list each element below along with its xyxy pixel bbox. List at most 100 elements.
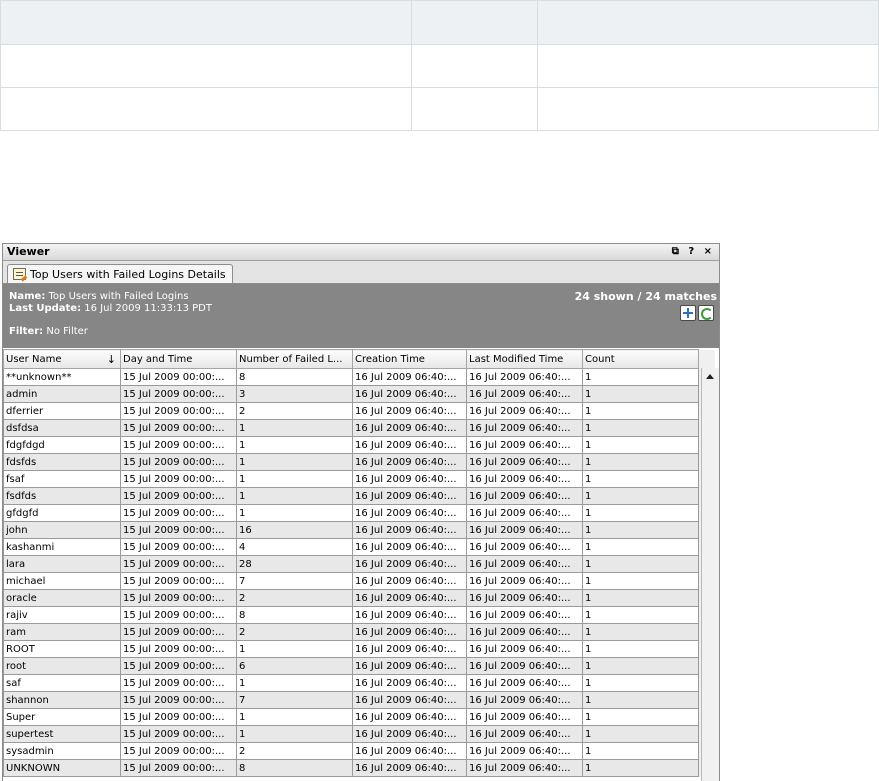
refresh-icon[interactable] (698, 305, 714, 321)
table-cell: fdsfds (3, 453, 121, 471)
table-cell: 2 (236, 589, 353, 607)
name-value: Top Users with Failed Logins (48, 291, 189, 302)
column-header[interactable]: Number of Failed L... (236, 349, 353, 369)
table-cell: 16 Jul 2009 06:40:... (352, 402, 467, 420)
table-row[interactable]: UNKNOWN 15 Jul 2009 00:00:... 8 16 Jul 2009… (3, 759, 716, 777)
table-row[interactable]: gfdgfd 15 Jul 2009 00:00:... 1 16 Jul 2009 … (3, 504, 716, 522)
table-row[interactable]: shannon 15 Jul 2009 00:00:... 7 16 Jul 2009… (3, 691, 716, 709)
table-cell: 16 Jul 2009 06:40:... (352, 385, 467, 403)
table-cell: 16 Jul 2009 06:40:... (352, 708, 467, 726)
table-cell: 1 (582, 538, 699, 556)
table-cell: 16 (236, 521, 353, 539)
table-row[interactable]: fdsfds 15 Jul 2009 00:00:... 1 16 Jul 2009 … (3, 453, 716, 471)
update-label: Last Update: (9, 303, 82, 314)
column-header-label: Count (585, 353, 615, 365)
table-row[interactable]: dferrier 15 Jul 2009 00:00:... 2 16 Jul 200… (3, 402, 716, 420)
table-cell: 1 (582, 487, 699, 505)
table-cell: 1 (582, 640, 699, 658)
table-cell: 1 (582, 691, 699, 709)
column-header[interactable]: Creation Time (352, 349, 467, 369)
table-cell: 1 (236, 674, 353, 692)
viewer-panel: Viewer ⧉ ? × Top Users with Failed Login… (2, 243, 720, 781)
column-header-label: Last Modified Time (469, 353, 564, 365)
table-cell: 15 Jul 2009 00:00:... (120, 623, 237, 641)
table-cell: ROOT (3, 640, 121, 658)
table-row[interactable]: rajiv 15 Jul 2009 00:00:... 8 16 Jul 2009 0… (3, 606, 716, 624)
table-cell: 16 Jul 2009 06:40:... (466, 487, 583, 505)
table-row[interactable]: root 15 Jul 2009 00:00:... 6 16 Jul 2009 06… (3, 657, 716, 675)
column-header[interactable]: Day and Time (120, 349, 237, 369)
table-cell: 1 (236, 419, 353, 437)
top-table-cell (0, 0, 412, 45)
table-row[interactable]: fdgfdgd 15 Jul 2009 00:00:... 1 16 Jul 2009… (3, 436, 716, 454)
table-cell: 16 Jul 2009 06:40:... (466, 606, 583, 624)
vertical-scrollbar[interactable] (701, 368, 719, 781)
scrollbar-header-cell (698, 349, 716, 369)
top-table-cell (537, 44, 879, 88)
window-controls[interactable]: ⧉ ? × (672, 244, 715, 260)
table-cell: 1 (236, 640, 353, 658)
table-cell: oracle (3, 589, 121, 607)
table-cell: fsaf (3, 470, 121, 488)
table-cell: dsfdsa (3, 419, 121, 437)
scroll-up-arrow-icon[interactable] (706, 374, 714, 379)
table-cell: 16 Jul 2009 06:40:... (352, 368, 467, 386)
table-cell: ram (3, 623, 121, 641)
table-cell: fdgfdgd (3, 436, 121, 454)
table-cell: rajiv (3, 606, 121, 624)
column-header-label: User Name (6, 353, 62, 365)
table-cell: 15 Jul 2009 00:00:... (120, 708, 237, 726)
table-row[interactable]: ROOT 15 Jul 2009 00:00:... 1 16 Jul 2009 06… (3, 640, 716, 658)
table-row[interactable]: ram 15 Jul 2009 00:00:... 2 16 Jul 2009 06:… (3, 623, 716, 641)
table-cell: 15 Jul 2009 00:00:... (120, 402, 237, 420)
table-row[interactable]: michael 15 Jul 2009 00:00:... 7 16 Jul 2009… (3, 572, 716, 590)
table-cell: 1 (236, 470, 353, 488)
table-cell: 1 (582, 385, 699, 403)
table-cell: 1 (236, 436, 353, 454)
table-cell: 16 Jul 2009 06:40:... (352, 674, 467, 692)
table-row[interactable]: kashanmi 15 Jul 2009 00:00:... 4 16 Jul 200… (3, 538, 716, 556)
tab-strip: Top Users with Failed Logins Details (3, 261, 719, 284)
table-cell: 16 Jul 2009 06:40:... (466, 521, 583, 539)
table-cell: **unknown** (3, 368, 121, 386)
table-cell: 8 (236, 368, 353, 386)
table-row[interactable]: saf 15 Jul 2009 00:00:... 1 16 Jul 2009 06:… (3, 674, 716, 692)
table-cell: 15 Jul 2009 00:00:... (120, 538, 237, 556)
viewer-title: Viewer (7, 245, 50, 258)
table-row[interactable]: john 15 Jul 2009 00:00:... 16 16 Jul 2009 0… (3, 521, 716, 539)
table-cell: john (3, 521, 121, 539)
table-row[interactable]: supertest 15 Jul 2009 00:00:... 1 16 Jul 20… (3, 725, 716, 743)
table-row[interactable]: sysadmin 15 Jul 2009 00:00:... 2 16 Jul 200… (3, 742, 716, 760)
column-header[interactable]: Last Modified Time (466, 349, 583, 369)
table-cell: 16 Jul 2009 06:40:... (352, 742, 467, 760)
table-row[interactable]: fsaf 15 Jul 2009 00:00:... 1 16 Jul 2009 06… (3, 470, 716, 488)
report-name: Name: Top Users with Failed Logins (9, 291, 189, 302)
table-cell: 15 Jul 2009 00:00:... (120, 487, 237, 505)
table-cell: 16 Jul 2009 06:40:... (352, 572, 467, 590)
top-table-cell (537, 0, 879, 45)
results-grid: User Name ↓ Day and Time Number of Failed L… (3, 349, 719, 777)
column-header[interactable]: Count (582, 349, 699, 369)
table-row[interactable]: admin 15 Jul 2009 00:00:... 3 16 Jul 2009 0… (3, 385, 716, 403)
table-cell: 16 Jul 2009 06:40:... (352, 436, 467, 454)
table-cell: 16 Jul 2009 06:40:... (466, 470, 583, 488)
table-row[interactable]: lara 15 Jul 2009 00:00:... 28 16 Jul 2009 0… (3, 555, 716, 573)
table-cell: 16 Jul 2009 06:40:... (352, 640, 467, 658)
table-cell: 2 (236, 402, 353, 420)
table-row[interactable]: Super 15 Jul 2009 00:00:... 1 16 Jul 2009 0… (3, 708, 716, 726)
column-header[interactable]: User Name ↓ (3, 349, 121, 369)
table-row[interactable]: oracle 15 Jul 2009 00:00:... 2 16 Jul 2009 … (3, 589, 716, 607)
table-row[interactable]: **unknown** 15 Jul 2009 00:00:... 8 16 Jul … (3, 368, 716, 386)
add-icon[interactable] (680, 305, 696, 321)
table-cell: 1 (582, 368, 699, 386)
table-row[interactable]: dsfdsa 15 Jul 2009 00:00:... 1 16 Jul 2009 … (3, 419, 716, 437)
table-cell: 16 Jul 2009 06:40:... (352, 521, 467, 539)
table-cell: 7 (236, 572, 353, 590)
table-row[interactable]: fsdfds 15 Jul 2009 00:00:... 1 16 Jul 2009 … (3, 487, 716, 505)
table-cell: 15 Jul 2009 00:00:... (120, 453, 237, 471)
table-cell: 16 Jul 2009 06:40:... (352, 419, 467, 437)
table-cell: admin (3, 385, 121, 403)
top-table-cell (411, 44, 538, 88)
table-cell: 15 Jul 2009 00:00:... (120, 368, 237, 386)
tab-report-details[interactable]: Top Users with Failed Logins Details (7, 264, 233, 283)
